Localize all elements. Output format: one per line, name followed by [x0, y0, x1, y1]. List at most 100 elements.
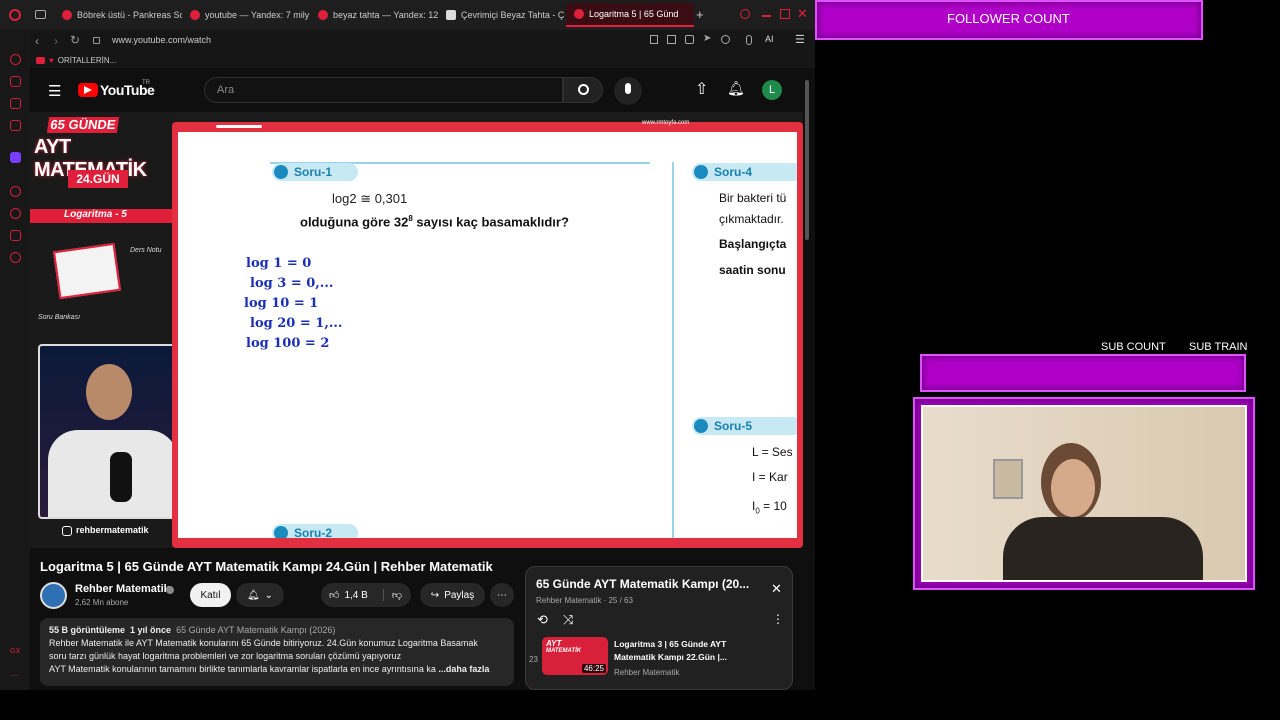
soru-bankasi-label: Soru Bankası [38, 314, 81, 321]
tab-4-active[interactable]: Logaritma 5 | 65 Günd [566, 3, 694, 27]
messenger-icon[interactable] [10, 76, 21, 87]
soru-5-badge: Soru-5 [692, 417, 797, 435]
thumb-text-1: AYT [546, 639, 562, 648]
soru-1-label: Soru-1 [294, 165, 333, 179]
extensions-icon[interactable] [667, 35, 676, 44]
verified-icon [166, 586, 174, 594]
ai-button[interactable]: AI [765, 34, 774, 44]
playlist-item-title-1[interactable]: Logaritma 3 | 65 Günde AYT [614, 639, 726, 649]
video-player[interactable]: 65 GÜNDE AYT MATEMATİK 24.GÜN Logaritma … [30, 112, 803, 548]
hand-line-5: log 100 = 2 [246, 336, 330, 351]
search-button[interactable] [563, 77, 603, 103]
menu-icon[interactable]: ☰ [795, 33, 805, 46]
given-text: log2 ≅ 0,301 [332, 191, 408, 206]
description-line-3: AYT Matematik konularının tamamını birli… [49, 664, 490, 674]
player-icon[interactable] [10, 186, 21, 197]
back-icon[interactable]: ‹ [35, 34, 39, 48]
playlist-more-icon[interactable]: ⋮ [772, 612, 784, 626]
heart-icon: ♥ [49, 55, 54, 65]
new-tab-button[interactable]: + [696, 7, 704, 22]
more-sidebar-icon[interactable]: ··· [10, 670, 19, 680]
telegram-icon[interactable] [10, 120, 21, 131]
history-icon[interactable] [10, 208, 21, 219]
soru-2-label: Soru-2 [294, 526, 333, 538]
tab-0[interactable]: Böbrek üstü - Pankreas Sc [54, 3, 182, 27]
s4-line-1: Bir bakteri tü [719, 191, 787, 205]
soru-4-label: Soru-4 [714, 165, 753, 179]
hamburger-menu-icon[interactable]: ☰ [48, 82, 61, 100]
url-field[interactable]: www.youtube.com/watch [112, 35, 211, 45]
playlist-item-thumbnail[interactable]: AYT MATEMATİK 46:25 [542, 637, 608, 675]
channel-avatar[interactable] [40, 582, 67, 609]
maximize-icon[interactable] [780, 9, 790, 19]
hand-line-1: log 1 = 0 [246, 256, 312, 271]
playlist-link[interactable]: 65 Günde AYT Matematik Kampı (2026) [176, 625, 335, 635]
tab-2[interactable]: beyaz tahta — Yandex: 12 [310, 3, 438, 27]
playlist-panel: 65 Günde AYT Matematik Kampı (20... ✕ Re… [525, 566, 793, 690]
bookmark-item[interactable]: ORİTALLERİN... [58, 56, 117, 65]
like-count[interactable]: 1,4 B [344, 590, 367, 601]
gx-icon[interactable]: GX [10, 648, 20, 655]
sub-train-label: SUB TRAIN [1189, 341, 1248, 353]
upload-icon[interactable]: ⇧ [695, 79, 708, 99]
loop-icon[interactable]: ⟲ [537, 612, 548, 628]
description-line-1: Rehber Matematik ile AYT Matematik konul… [49, 638, 478, 648]
tab-3[interactable]: Çevrimiçi Beyaz Tahta - Ç [438, 3, 566, 27]
address-bar: ‹ › ↻ www.youtube.com/watch ➤ AI ☰ [0, 30, 815, 52]
description-box[interactable]: 55 B görüntüleme 1 yıl önce 65 Günde AYT… [40, 618, 514, 686]
more-actions-button[interactable]: ⋯ [490, 583, 514, 607]
share-button[interactable]: ↪ Paylaş [420, 583, 485, 607]
dislike-icon[interactable]: 👎︎ [382, 589, 402, 601]
close-playlist-icon[interactable]: ✕ [771, 581, 782, 597]
forward-icon[interactable]: › [54, 34, 58, 48]
subscriber-count: 2,62 Mn abone [75, 598, 129, 607]
like-icon[interactable]: 👍︎ [329, 589, 339, 601]
playlist-title[interactable]: 65 Günde AYT Matematik Kampı (20... [536, 577, 749, 591]
playlist-item-title-2[interactable]: Matematik Kampı 22.Gün |... [614, 652, 727, 662]
downloads-icon[interactable] [721, 35, 730, 44]
opera-logo-icon[interactable] [9, 9, 21, 21]
soru-5-label: Soru-5 [714, 419, 753, 433]
shuffle-icon[interactable]: ⤨ [563, 612, 573, 628]
reload-icon[interactable]: ↻ [70, 33, 80, 47]
instagram-icon [62, 526, 72, 536]
whatsapp-icon[interactable] [10, 98, 21, 109]
channel-name[interactable]: Rehber Matematik [75, 583, 170, 595]
search-icon[interactable] [740, 9, 750, 19]
play-triangle-icon [84, 86, 92, 94]
webcam-teacher [38, 344, 182, 519]
search-icon [578, 84, 589, 95]
voice-search-button[interactable] [614, 77, 642, 105]
snapshot-icon[interactable] [650, 35, 658, 44]
subscribe-bell-button[interactable]: 🔔︎ ⌄ [236, 583, 284, 607]
bell-icon: 🔔︎ [246, 589, 260, 601]
minimize-icon[interactable] [762, 15, 771, 17]
youtube-favicon-icon [574, 9, 584, 19]
tab-1[interactable]: youtube — Yandex: 7 mily [182, 3, 310, 27]
s4-line-2: çıkmaktadır. [719, 212, 784, 226]
bell-icon[interactable]: 🔔︎ [727, 80, 745, 97]
question-post: sayısı kaç basamaklıdır? [412, 214, 569, 230]
join-button[interactable]: Katıl [190, 583, 231, 607]
avatar[interactable]: L [762, 80, 782, 100]
page-scrollbar[interactable] [805, 80, 809, 240]
extensions-sidebar-icon[interactable] [10, 230, 21, 241]
twitch-icon[interactable] [10, 152, 21, 163]
more-link[interactable]: ...daha fazla [438, 664, 489, 674]
workspaces-icon[interactable] [35, 10, 46, 19]
thumb-text-2: MATEMATİK [546, 648, 582, 654]
youtube-header: ☰ YouTube TR Ara ⇧ 🔔︎ L [30, 68, 815, 112]
send-icon[interactable]: ➤ [703, 33, 711, 44]
wallet-icon[interactable] [685, 35, 694, 44]
search-input[interactable]: Ara [217, 84, 234, 96]
aria-icon[interactable] [10, 54, 21, 65]
profile-icon[interactable] [746, 35, 752, 45]
tab-label: Çevrimiçi Beyaz Tahta - Ç [461, 10, 565, 20]
close-window-icon[interactable]: ✕ [797, 6, 808, 22]
share-icon: ↪ [430, 589, 440, 601]
search-box[interactable]: Ara [204, 77, 563, 103]
settings-icon[interactable] [10, 252, 21, 263]
browser-window: Böbrek üstü - Pankreas Sc youtube — Yand… [0, 0, 815, 690]
webcam-frame [913, 397, 1255, 590]
banner-main: AYT MATEMATİK [34, 136, 147, 181]
